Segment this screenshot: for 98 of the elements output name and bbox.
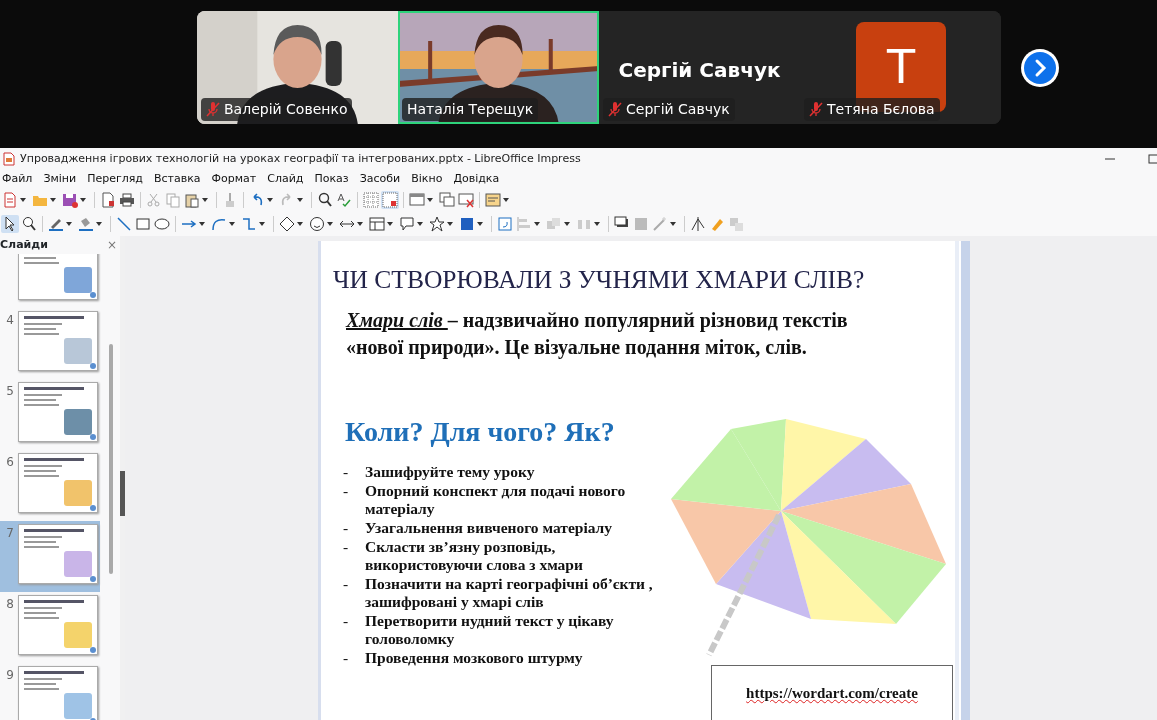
menu-item[interactable]: Перегляд <box>85 170 152 188</box>
smiley-icon[interactable] <box>308 215 326 233</box>
slide-number: 6 <box>5 454 15 471</box>
bullet-marker: - <box>343 612 350 632</box>
caret-icon[interactable] <box>20 198 26 202</box>
spellcheck-icon[interactable] <box>335 191 353 209</box>
clipboard-icon[interactable] <box>183 191 201 209</box>
caret-icon[interactable] <box>387 222 393 226</box>
chevron-icon <box>1023 51 1057 85</box>
menu-item[interactable]: Слайд <box>265 170 313 188</box>
muted-mic-icon <box>809 102 823 117</box>
save-icon[interactable] <box>61 191 79 209</box>
menu-item[interactable]: Файл <box>0 170 42 188</box>
menu-item[interactable]: Зміни <box>41 170 86 188</box>
menu-item[interactable]: Вставка <box>151 170 210 188</box>
magnifier-icon[interactable] <box>316 191 334 209</box>
bullet-marker: - <box>343 538 350 558</box>
star-icon[interactable] <box>428 215 446 233</box>
speech-bubble-icon[interactable] <box>398 215 416 233</box>
menu-item[interactable]: Довідка <box>451 170 509 188</box>
caret-icon[interactable] <box>594 222 600 226</box>
slide-number: 8 <box>5 596 15 613</box>
maximize-icon[interactable] <box>1148 154 1157 164</box>
menu-item[interactable]: Показ <box>312 170 358 188</box>
participant-name: Наталія Терещук <box>407 100 534 119</box>
participant-title: Сергій Савчук <box>617 57 782 84</box>
caret-icon[interactable] <box>202 198 208 202</box>
bullet-text: Зашифруйте тему уроку <box>365 463 535 482</box>
slide-list-item[interactable]: 5 <box>0 379 100 450</box>
menu-item[interactable]: Засоби <box>357 170 410 188</box>
presentation-file-icon <box>3 152 15 166</box>
caret-icon[interactable] <box>327 222 333 226</box>
slide-number: 7 <box>5 525 15 542</box>
muted-mic-icon <box>608 102 622 117</box>
caret-icon[interactable] <box>66 222 72 226</box>
slide-title: ЧИ СТВОРЮВАЛИ З УЧНЯМИ ХМАРИ СЛІВ? <box>333 264 866 296</box>
caret-icon[interactable] <box>50 198 56 202</box>
slide-number: 4 <box>5 312 15 329</box>
rotate-icon[interactable] <box>496 215 514 233</box>
bullet-text: Опорний конспект для подачі нового матеріалу <box>365 482 627 519</box>
panel-title: Слайди <box>0 236 48 253</box>
bullet-marker: - <box>343 519 350 538</box>
muted-mic-icon <box>206 102 220 117</box>
bullet-marker: - <box>343 649 350 668</box>
participant-name: Сергій Савчук <box>626 100 730 119</box>
line-icon[interactable] <box>115 215 133 233</box>
bullet-text: Позначити на карті географічні об’єкти , зашифровані у хмарі слів <box>365 575 654 612</box>
bullet-text: Перетворити нудний текст у цікаву головоломку <box>365 612 615 649</box>
slide-list-item[interactable]: 6 <box>0 450 100 521</box>
printer-icon[interactable] <box>118 191 136 209</box>
pointer-icon[interactable] <box>1 215 19 233</box>
window-title: Упровадження ігрових технологій на уроках географії та інтегрованих.pptx - LibreOffice Impress <box>20 150 581 167</box>
caret-icon[interactable] <box>297 198 303 202</box>
next-button[interactable] <box>1021 49 1059 87</box>
bullet-text: Проведення мозкового штурму <box>365 649 583 668</box>
participant-name: Валерій Совенко <box>224 100 348 119</box>
close-button[interactable]: × <box>106 236 117 254</box>
slide-number: 5 <box>5 383 15 400</box>
caret-icon[interactable] <box>357 222 363 226</box>
rectangle-icon[interactable] <box>134 215 152 233</box>
slide-heading: Коли? Для чого? Як? <box>345 415 616 450</box>
intro-paragraph: Хмари слів – надзвичайно популярний різновид текстів «нової природи». Це візуальне подання міток, слів. <box>346 308 849 361</box>
caret-icon[interactable] <box>503 198 509 202</box>
slide-number: 9 <box>5 667 15 684</box>
caret-icon[interactable] <box>564 222 570 226</box>
caret-icon[interactable] <box>259 222 265 226</box>
slide-list-item[interactable]: 8 <box>0 592 100 663</box>
bucket-icon[interactable] <box>77 215 95 233</box>
bullet-marker: - <box>343 575 350 595</box>
caret-icon[interactable] <box>297 222 303 226</box>
caret-icon[interactable] <box>96 222 102 226</box>
caret-icon[interactable] <box>199 222 205 226</box>
link[interactable]: https://wordart.com/create <box>746 682 918 703</box>
bullet-text: Узагальнення вивченого матеріалу <box>365 519 613 538</box>
bullet-marker: - <box>343 463 350 482</box>
caret-icon[interactable] <box>447 222 453 226</box>
caret-icon[interactable] <box>427 198 433 202</box>
caret-icon[interactable] <box>267 198 273 202</box>
ellipse-icon[interactable] <box>153 215 171 233</box>
caret-icon[interactable] <box>670 222 676 226</box>
caret-icon[interactable] <box>229 222 235 226</box>
slide-list-item[interactable]: 4 <box>0 308 100 379</box>
caret-icon[interactable] <box>80 198 86 202</box>
zoom-icon[interactable] <box>20 215 38 233</box>
slide-list-item[interactable]: 9 <box>0 663 100 720</box>
menu-item[interactable]: Вікно <box>409 170 452 188</box>
caret-icon[interactable] <box>534 222 540 226</box>
caret-icon[interactable] <box>417 222 423 226</box>
menu-item[interactable]: Формат <box>209 170 266 188</box>
flowchart-icon[interactable] <box>368 215 386 233</box>
bullet-text: Скласти зв’язну розповідь, використовуючи слова з хмари <box>365 538 584 575</box>
caret-icon[interactable] <box>477 222 483 226</box>
diamond-icon[interactable] <box>278 215 296 233</box>
bullet-marker: - <box>343 482 350 502</box>
pages-icon[interactable] <box>438 191 456 209</box>
document-icon[interactable] <box>99 191 117 209</box>
grid-icon[interactable] <box>381 191 399 209</box>
delete-slide-icon[interactable] <box>457 191 475 209</box>
